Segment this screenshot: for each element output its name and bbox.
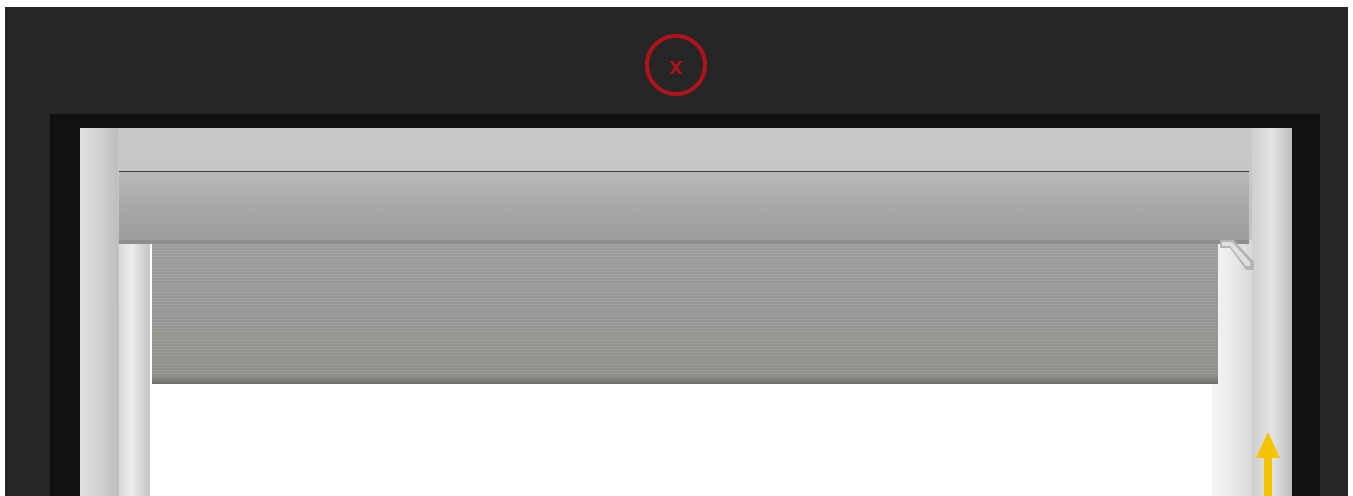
close-icon[interactable]: x (644, 33, 708, 97)
blind-bottom-bar (152, 376, 1218, 384)
right-bracket (1220, 240, 1254, 270)
close-glyph: x (669, 53, 683, 80)
roller-blind-scene: x (0, 0, 1353, 496)
up-arrow-icon (1254, 432, 1282, 496)
recess-left-edge (80, 128, 118, 496)
left-side-channel (119, 240, 150, 496)
blind-cassette (119, 171, 1249, 243)
blind-fabric (152, 244, 1218, 380)
window-opening-right-edge (1212, 240, 1252, 496)
